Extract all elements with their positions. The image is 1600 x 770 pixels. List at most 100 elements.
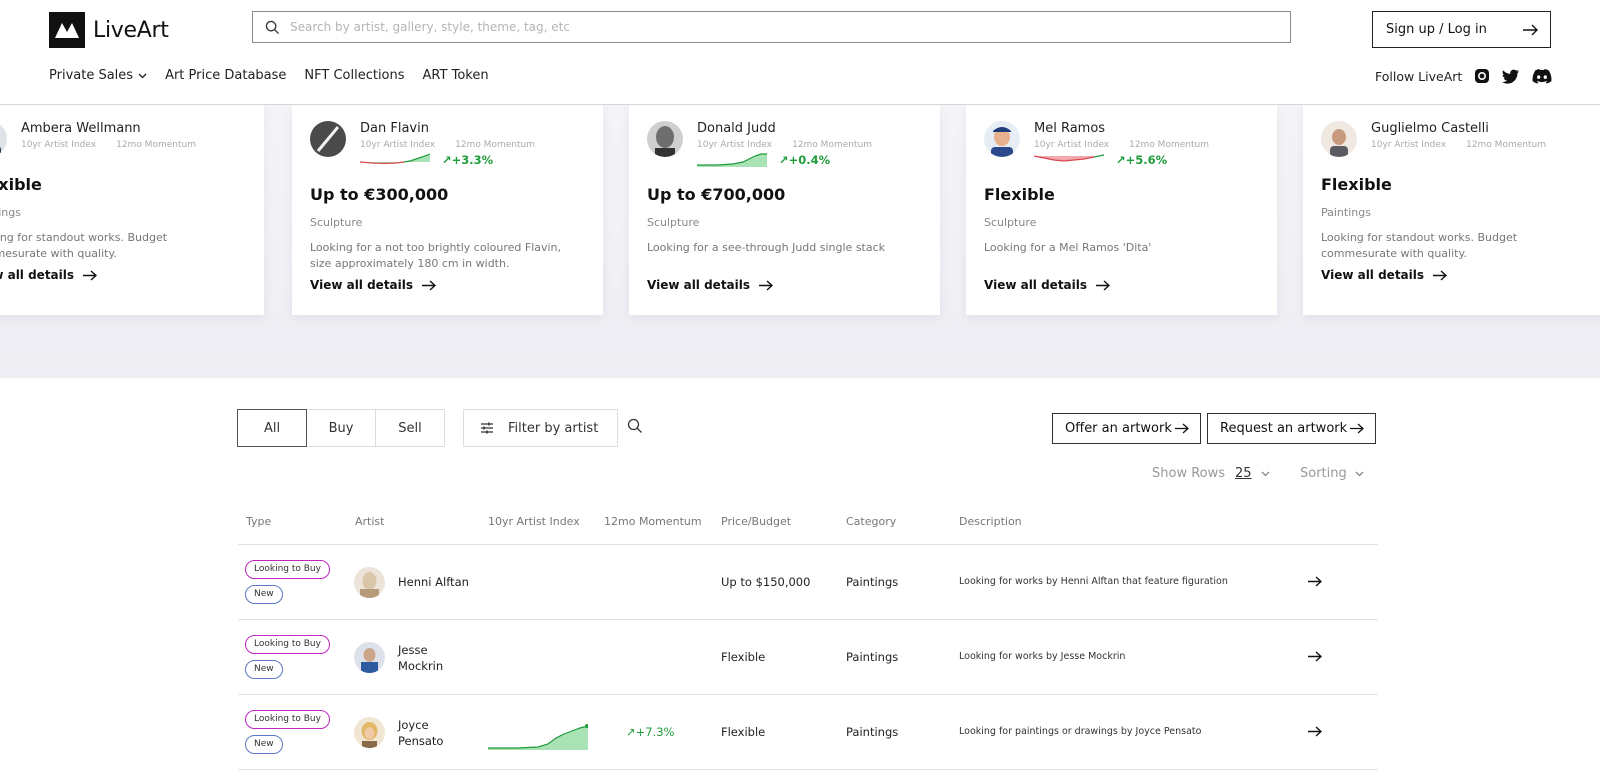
view-all-details-link[interactable]: View all details bbox=[1321, 268, 1596, 282]
card-artist: Ambera Wellmann 10yr Artist Index 12mo M… bbox=[0, 121, 246, 157]
table-row[interactable]: Looking to Buy New Henni Alftan Up to $1… bbox=[238, 545, 1378, 620]
artist-avatar bbox=[0, 121, 7, 157]
sale-card[interactable]: Dan Flavin 10yr Artist Index 12mo Moment… bbox=[292, 105, 603, 315]
tag-looking-to-buy: Looking to Buy bbox=[245, 560, 330, 579]
private-sales-carousel: Ambera Wellmann 10yr Artist Index 12mo M… bbox=[0, 105, 1600, 378]
artist-avatar bbox=[354, 567, 385, 598]
artist-avatar bbox=[984, 121, 1020, 157]
tag-looking-to-buy: Looking to Buy bbox=[245, 710, 330, 729]
momentum-value: ↗+5.6% bbox=[1116, 153, 1168, 167]
view-all-details-link[interactable]: View all details bbox=[984, 278, 1259, 292]
type-tags: Looking to Buy New bbox=[245, 560, 330, 604]
sorting-dropdown[interactable]: Sorting bbox=[1300, 466, 1364, 481]
price-budget: Flexible bbox=[721, 725, 766, 739]
offer-artwork-button[interactable]: Offer an artwork bbox=[1052, 413, 1201, 444]
table-header: Type Artist 10yr Artist Index 12mo Momen… bbox=[238, 505, 1378, 545]
view-label: View all details bbox=[647, 278, 751, 292]
card-price: Flexible bbox=[984, 185, 1055, 204]
category: Paintings bbox=[846, 650, 899, 664]
sale-card[interactable]: Ambera Wellmann 10yr Artist Index 12mo M… bbox=[0, 105, 264, 315]
arrow-right-icon bbox=[1175, 423, 1189, 434]
follow-liveart: Follow LiveArt bbox=[1375, 68, 1552, 84]
twitter-icon[interactable] bbox=[1502, 69, 1520, 84]
nav-art-price-database[interactable]: Art Price Database bbox=[165, 68, 286, 83]
arrow-right-icon bbox=[1096, 279, 1111, 291]
chevron-down-icon[interactable] bbox=[1261, 471, 1270, 477]
nav-label: Private Sales bbox=[49, 68, 134, 83]
segment-buy[interactable]: Buy bbox=[306, 409, 376, 447]
filter-by-artist-button[interactable]: Filter by artist bbox=[463, 409, 618, 447]
card-price: Flexible bbox=[1321, 175, 1392, 194]
search-input[interactable] bbox=[290, 20, 1290, 34]
col-price: Price/Budget bbox=[721, 515, 792, 528]
sorting-label: Sorting bbox=[1300, 466, 1347, 481]
segment-sell[interactable]: Sell bbox=[375, 409, 445, 447]
arrow-right-icon[interactable] bbox=[1307, 651, 1323, 665]
request-label: Request an artwork bbox=[1220, 421, 1348, 436]
sale-card[interactable]: Donald Judd 10yr Artist Index 12mo Momen… bbox=[629, 105, 940, 315]
momentum-label: 12mo Momentum bbox=[792, 140, 872, 150]
chevron-down-icon bbox=[138, 73, 147, 79]
artist-index-label: 10yr Artist Index bbox=[360, 140, 436, 150]
rows-per-page-select[interactable]: 25 bbox=[1235, 466, 1252, 481]
search-bar[interactable] bbox=[252, 11, 1291, 43]
arrow-right-icon bbox=[1522, 24, 1538, 36]
artist-index-sparkline bbox=[488, 720, 589, 753]
card-description: Looking for standout works. Budget comme… bbox=[0, 231, 168, 260]
view-all-details-link[interactable]: View all details bbox=[310, 278, 585, 292]
price-budget: Flexible bbox=[721, 650, 766, 664]
category: Paintings bbox=[846, 575, 899, 589]
type-segmented-control: All Buy Sell bbox=[237, 409, 445, 447]
artist-index-label: 10yr Artist Index bbox=[21, 140, 97, 150]
tag-new: New bbox=[245, 660, 283, 679]
col-type: Type bbox=[246, 515, 272, 528]
logo[interactable]: LiveArt bbox=[49, 12, 169, 48]
sale-card[interactable]: Mel Ramos 10yr Artist Index 12mo Momentu… bbox=[966, 105, 1277, 315]
search-icon[interactable] bbox=[627, 418, 643, 438]
arrow-right-icon bbox=[1433, 269, 1448, 281]
momentum-number: +5.6% bbox=[1125, 153, 1168, 167]
type-tags: Looking to Buy New bbox=[245, 710, 330, 754]
arrow-right-icon[interactable] bbox=[1307, 726, 1323, 740]
view-all-details-link[interactable]: View all details bbox=[647, 278, 922, 292]
card-price: Flexible bbox=[0, 175, 42, 194]
momentum-label: 12mo Momentum bbox=[116, 140, 196, 150]
card-artist-name: Dan Flavin bbox=[360, 121, 429, 136]
card-index-labels: 10yr Artist Index 12mo Momentum bbox=[1371, 140, 1546, 150]
nav-private-sales[interactable]: Private Sales bbox=[49, 68, 147, 83]
category: Paintings bbox=[846, 725, 899, 739]
card-artist-name: Guglielmo Castelli bbox=[1371, 121, 1489, 136]
artist-index-sparkline bbox=[697, 153, 767, 167]
arrow-right-icon[interactable] bbox=[1307, 576, 1323, 590]
nav-nft-collections[interactable]: NFT Collections bbox=[304, 68, 404, 83]
momentum-value: ↗+0.4% bbox=[779, 153, 831, 167]
card-category: Paintings bbox=[0, 206, 21, 219]
nav-label: ART Token bbox=[422, 68, 489, 83]
momentum-label: 12mo Momentum bbox=[1129, 140, 1209, 150]
nav-art-token[interactable]: ART Token bbox=[423, 68, 489, 83]
card-index-labels: 10yr Artist Index 12mo Momentum bbox=[360, 140, 535, 150]
col-artist: Artist bbox=[355, 515, 385, 528]
table-row[interactable]: Looking to Buy New Joyce Pensato ↗+7.3% … bbox=[238, 695, 1378, 770]
discord-icon[interactable] bbox=[1532, 68, 1552, 84]
instagram-icon[interactable] bbox=[1474, 68, 1490, 84]
artist-name-line1: Joyce bbox=[398, 718, 429, 732]
artist-name: Jesse Mockrin bbox=[398, 642, 443, 674]
segment-all[interactable]: All bbox=[237, 409, 307, 447]
arrow-right-icon bbox=[83, 269, 98, 281]
logo-text: LiveArt bbox=[93, 17, 169, 43]
sale-card[interactable]: Guglielmo Castelli 10yr Artist Index 12m… bbox=[1303, 105, 1600, 315]
tag-looking-to-buy: Looking to Buy bbox=[245, 635, 330, 654]
artist-avatar bbox=[647, 121, 683, 157]
card-category: Paintings bbox=[1321, 206, 1371, 219]
request-artwork-button[interactable]: Request an artwork bbox=[1207, 413, 1376, 444]
price-budget: Up to $150,000 bbox=[721, 575, 811, 589]
momentum-value: ↗+3.3% bbox=[442, 153, 494, 167]
search-icon bbox=[265, 20, 280, 35]
top-header: LiveArt Sign up / Log in Private Sales A… bbox=[0, 0, 1600, 105]
table-row[interactable]: Looking to Buy New Jesse Mockrin Flexibl… bbox=[238, 620, 1378, 695]
card-index-labels: 10yr Artist Index 12mo Momentum bbox=[21, 140, 196, 150]
filter-label: Filter by artist bbox=[508, 420, 599, 436]
signup-login-button[interactable]: Sign up / Log in bbox=[1372, 11, 1551, 48]
view-all-details-link[interactable]: View all details bbox=[0, 268, 246, 282]
